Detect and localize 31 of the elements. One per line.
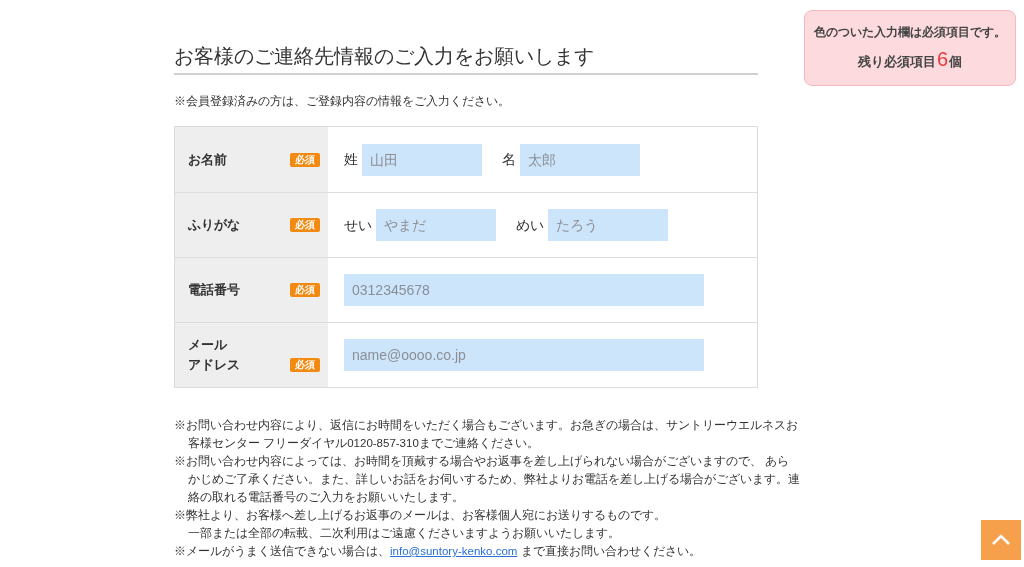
chevron-up-icon bbox=[991, 534, 1011, 546]
section-heading: お客様のご連絡先情報のご入力をお願いします bbox=[174, 42, 758, 75]
email-link[interactable]: info@suntory-kenko.com bbox=[390, 545, 518, 557]
scroll-top-button[interactable] bbox=[981, 520, 1021, 560]
notice-text: 個 bbox=[949, 53, 963, 71]
required-tag: 必須 bbox=[290, 358, 320, 372]
notice-text: 色のついた入力欄は必須項目です。 bbox=[814, 23, 1006, 41]
field-label: 姓 bbox=[344, 150, 358, 169]
input-field[interactable]: name@oooo.co.jp bbox=[344, 339, 704, 371]
input-field[interactable]: たろう bbox=[548, 209, 668, 241]
note-text: ※お問い合わせ内容によっては、お時間を頂戴する場合やお返事を差し上げられない場合がございますので、 あら かじめご了承ください。また、詳しいお話をお伺いするため、弊社よりお電話を差し上げる場合がございます。連 絡の取れる電話番号のご入力をお願いいたします。 bbox=[174, 454, 800, 505]
note-text: ※お問い合わせ内容により、返信にお時間をいただく場合もございます。お急ぎの場合は、サントリーウエルネスお 客様センター フリーダイヤル0120-857-310までご連絡ください。 bbox=[174, 418, 798, 451]
required-tag: 必須 bbox=[290, 283, 320, 297]
note-text: ※メールがうまく送信できない場合は、info@suntory-kenko.com まで直接お問い合わせください。 bbox=[174, 544, 701, 560]
intro-text: ※会員登録済みの方は、ご登録内容の情報をご入力ください。 bbox=[174, 93, 511, 110]
required-tag: 必須 bbox=[290, 218, 320, 232]
row-label: お名前 bbox=[188, 150, 227, 169]
input-field[interactable]: 太郎 bbox=[520, 143, 640, 176]
remaining-count: 6 bbox=[936, 46, 949, 72]
input-field[interactable]: 0312345678 bbox=[344, 274, 704, 306]
input-field[interactable]: やまだ bbox=[376, 209, 496, 241]
notice-text: 残り必須項目 bbox=[857, 52, 936, 71]
field-label: せい bbox=[344, 215, 372, 235]
row-label: メール アドレス bbox=[188, 336, 240, 374]
row-label: 電話番号 bbox=[188, 281, 240, 299]
note-text: ※弊社より、お客様へ差し上げるお返事のメールは、お客様個人宛にお送りするものです。 一部または全部の転載、二次利用はご遠慮くださいますようお願いいたします。 bbox=[174, 508, 666, 541]
row-label: ふりがな bbox=[188, 216, 240, 234]
input-field[interactable]: 山田 bbox=[362, 143, 482, 176]
field-label: めい bbox=[516, 215, 544, 235]
field-label: 名 bbox=[502, 150, 516, 169]
required-tag: 必須 bbox=[290, 152, 320, 167]
